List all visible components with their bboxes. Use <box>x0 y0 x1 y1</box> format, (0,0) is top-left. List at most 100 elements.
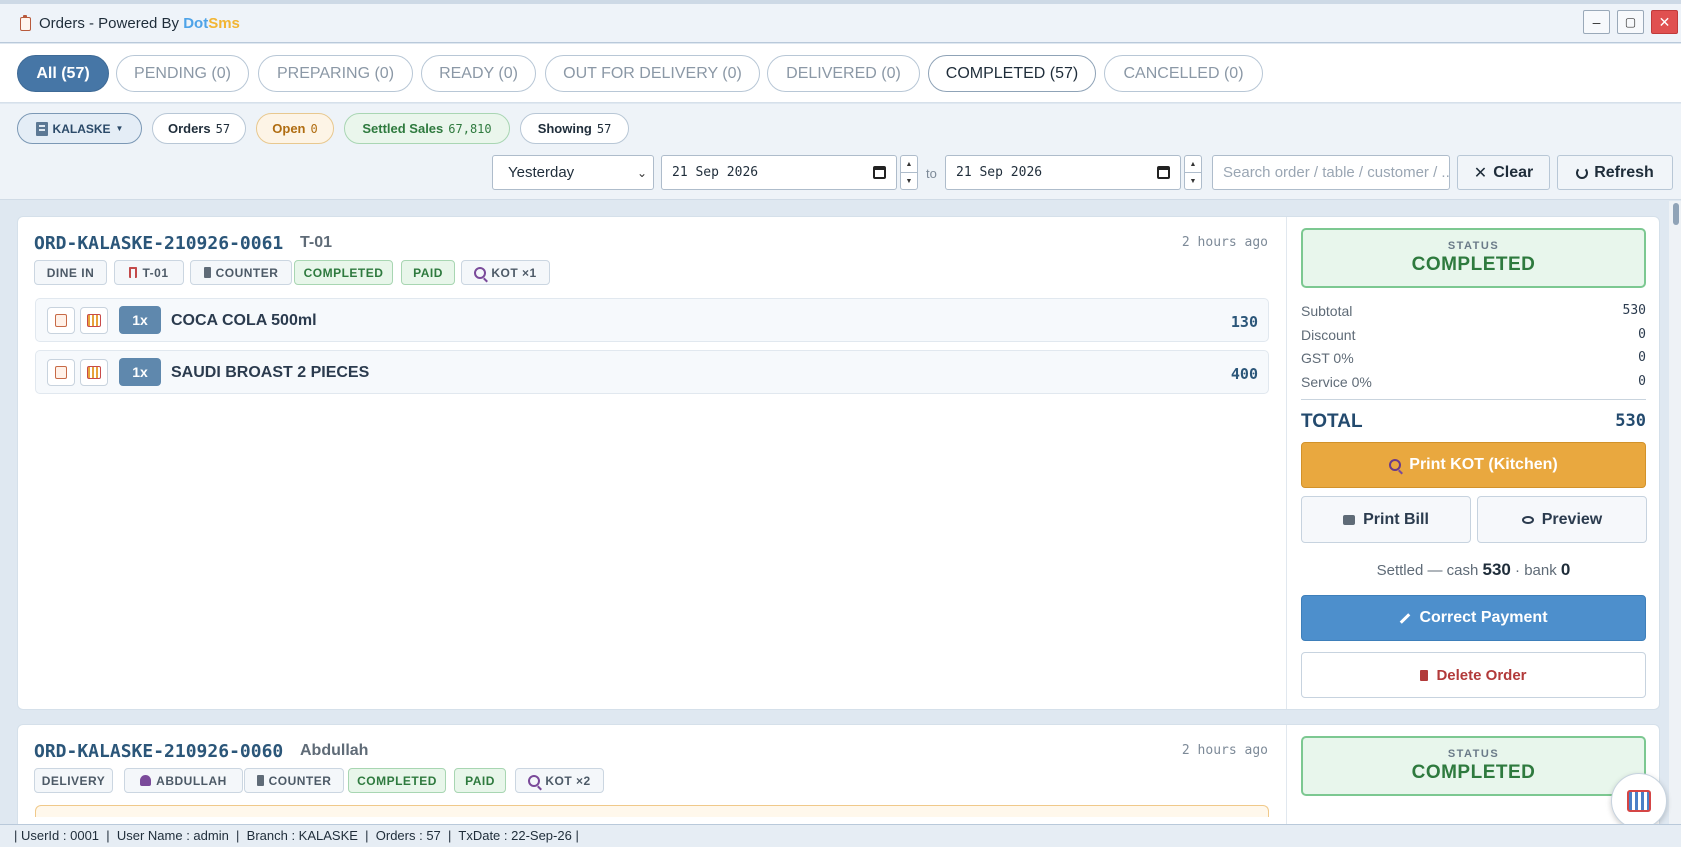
order-item: 1x COCA COLA 500ml 130 <box>35 298 1269 342</box>
tag-kot: KOT ×1 <box>461 260 550 285</box>
period-select[interactable]: Yesterday ⌄ <box>492 155 654 190</box>
tag-counter-label: COUNTER <box>268 773 332 788</box>
printer-icon <box>1343 514 1356 525</box>
counter-icon <box>203 267 211 278</box>
step-down-icon[interactable]: ▼ <box>901 173 917 189</box>
tab-completed[interactable]: COMPLETED (57) <box>928 55 1096 92</box>
person-icon <box>140 775 152 786</box>
tab-pending[interactable]: PENDING (0) <box>116 55 249 92</box>
step-up-icon[interactable]: ▲ <box>901 156 917 173</box>
discount-label: Discount <box>1301 327 1356 343</box>
delete-order-button[interactable]: Delete Order <box>1301 652 1646 698</box>
preview-button[interactable]: Preview <box>1477 496 1647 543</box>
order-id[interactable]: ORD-KALASKE-210926-0060 <box>34 741 283 762</box>
tag-customer: ABDULLAH <box>124 768 243 793</box>
filter-bar: KALASKE ▼ Orders 57 Open 0 Settled Sales 67… <box>0 104 1681 200</box>
item-note-button[interactable] <box>47 359 75 386</box>
tag-counter: COUNTER <box>244 768 344 793</box>
calendar-icon[interactable] <box>873 166 886 179</box>
scrollbar[interactable] <box>1669 201 1681 824</box>
total-row: TOTAL 530 <box>1301 411 1646 433</box>
caret-down-icon: ▼ <box>115 124 124 133</box>
tab-delivered[interactable]: DELIVERED (0) <box>767 55 920 92</box>
tag-order-type: DELIVERY <box>34 768 113 793</box>
item-menu-button[interactable] <box>80 307 108 334</box>
bank-value: 0 <box>1560 560 1571 579</box>
summary-divider <box>1301 399 1646 400</box>
refresh-label: Refresh <box>1594 163 1654 181</box>
date-to-value: 21 Sep 2026 <box>956 165 1043 180</box>
order-id[interactable]: ORD-KALASKE-210926-0061 <box>34 233 283 254</box>
item-price: 130 <box>1230 313 1258 331</box>
date-to-stepper[interactable]: ▲ ▼ <box>1184 155 1202 190</box>
step-up-icon[interactable]: ▲ <box>1185 156 1201 173</box>
service-label: Service 0% <box>1301 374 1372 390</box>
refresh-icon <box>1576 166 1589 179</box>
clear-label: Clear <box>1493 163 1534 181</box>
discount-value: 0 <box>1638 327 1646 342</box>
scrollbar-thumb[interactable] <box>1673 203 1679 225</box>
settled-sales-label: Settled Sales <box>362 121 444 136</box>
gst-label: GST 0% <box>1301 350 1354 366</box>
branch-selector[interactable]: KALASKE ▼ <box>17 113 142 144</box>
search-icon <box>1389 459 1402 471</box>
floating-calculator-button[interactable] <box>1611 773 1667 829</box>
search-icon <box>474 266 487 279</box>
tab-ready[interactable]: READY (0) <box>421 55 536 92</box>
maximize-button[interactable]: ▢ <box>1617 10 1644 34</box>
trash-icon <box>1420 669 1429 681</box>
item-note-button[interactable] <box>47 307 75 334</box>
print-bill-button[interactable]: Print Bill <box>1301 496 1471 543</box>
correct-payment-label: Correct Payment <box>1419 609 1548 626</box>
status-value: COMPLETED <box>1411 762 1536 783</box>
close-icon: ✕ <box>1473 164 1488 182</box>
close-button[interactable]: ✕ <box>1651 10 1678 34</box>
clipboard-icon <box>55 314 67 327</box>
bank-text: · bank <box>1515 562 1557 579</box>
clipboard-icon <box>55 366 67 379</box>
tag-status: COMPLETED <box>294 260 393 285</box>
preview-label: Preview <box>1541 510 1603 528</box>
print-kot-button[interactable]: Print KOT (Kitchen) <box>1301 442 1646 488</box>
pencil-icon <box>1400 612 1411 624</box>
date-from-input[interactable]: 21 Sep 2026 <box>661 155 897 190</box>
tab-cancelled[interactable]: CANCELLED (0) <box>1104 55 1263 92</box>
step-down-icon[interactable]: ▼ <box>1185 173 1201 189</box>
tab-all[interactable]: All (57) <box>17 55 109 92</box>
date-from-stepper[interactable]: ▲ ▼ <box>900 155 918 190</box>
open-count-label: Open <box>272 121 306 136</box>
status-label: STATUS <box>1447 748 1500 760</box>
tab-preparing[interactable]: PREPARING (0) <box>258 55 413 92</box>
minimize-button[interactable]: – <box>1583 10 1610 34</box>
order-table-ref: T-01 <box>300 234 333 251</box>
item-qty: 1x <box>119 306 161 334</box>
correct-payment-button[interactable]: Correct Payment <box>1301 595 1646 641</box>
brand-dot: Dot <box>183 15 209 32</box>
order-customer: Abdullah <box>300 742 369 759</box>
refresh-button[interactable]: Refresh <box>1557 155 1673 190</box>
discount-row: Discount 0 <box>1301 327 1646 343</box>
subtotal-label: Subtotal <box>1301 303 1353 319</box>
clipboard-icon <box>20 14 31 31</box>
cash-value: 530 <box>1482 560 1511 579</box>
total-label: TOTAL <box>1301 411 1363 432</box>
tag-table-label: T-01 <box>142 265 169 280</box>
clear-button[interactable]: ✕ Clear <box>1457 155 1550 190</box>
settled-sales-chip: Settled Sales 67,810 <box>344 113 510 144</box>
orders-count-value: 57 <box>215 121 231 136</box>
item-menu-button[interactable] <box>80 359 108 386</box>
calendar-icon[interactable] <box>1157 166 1170 179</box>
title-text: Orders - Powered By <box>39 15 184 32</box>
item-price: 400 <box>1230 365 1258 383</box>
status-tabs: All (57) PENDING (0) PREPARING (0) READY… <box>0 44 1681 103</box>
search-input[interactable]: Search order / table / customer / ... <box>1212 155 1450 190</box>
window-titlebar: Orders - Powered By DotSms – ▢ ✕ <box>0 0 1681 43</box>
order-card: ORD-KALASKE-210926-0061 T-01 2 hours ago… <box>17 216 1660 710</box>
date-to-input[interactable]: 21 Sep 2026 <box>945 155 1181 190</box>
tab-out-for-delivery[interactable]: OUT FOR DELIVERY (0) <box>545 55 760 92</box>
card-divider <box>1286 725 1287 824</box>
item-name: SAUDI BROAST 2 PIECES <box>171 364 370 381</box>
order-item-delivery <box>35 805 1269 817</box>
service-value: 0 <box>1638 374 1646 389</box>
order-card: ORD-KALASKE-210926-0060 Abdullah 2 hours… <box>17 724 1660 824</box>
